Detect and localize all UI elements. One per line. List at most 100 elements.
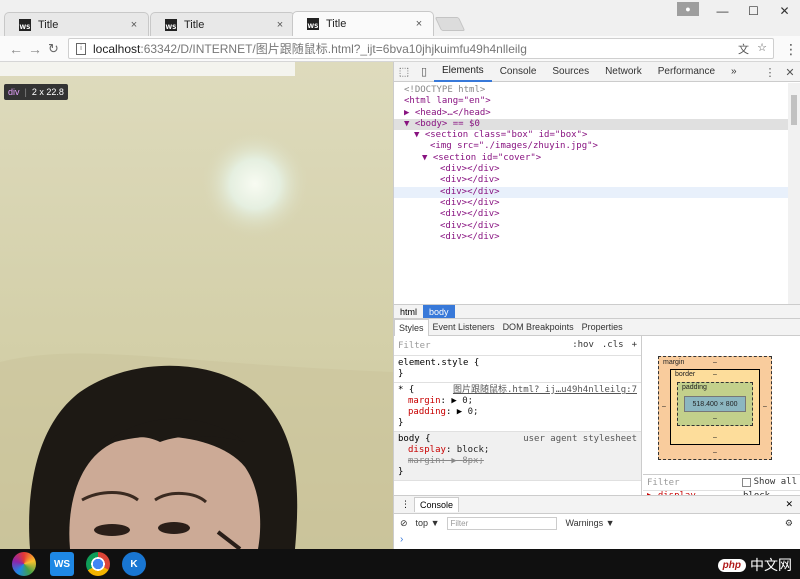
dom-tree-scrollbar[interactable] [788,83,800,304]
device-toolbar-icon[interactable]: ▯ [414,62,434,82]
box-model-padding[interactable]: padding – 518.400 × 800 [677,382,753,426]
tooltip-separator: | [24,87,27,97]
tab-title: Title [326,18,347,30]
dom-node[interactable]: <img src="./images/zhuyin.jpg"> [394,141,800,152]
maximize-button[interactable]: ☐ [738,0,769,22]
css-property-overridden[interactable]: margin: ▶ 8px; [398,456,637,467]
console-filter-input[interactable]: Filter [447,516,558,530]
dom-node-hovered[interactable]: <div></div> [394,186,800,198]
border-label: border [675,371,696,378]
console-prompt[interactable]: › [400,534,403,545]
hov-toggle[interactable]: :hov [572,340,594,350]
browser-tab-active[interactable]: WS Title × [292,11,434,36]
universal-rule[interactable]: * { 图片跟随鼠标.html?_ij…u49h4nlleilg:7 margi… [394,383,641,432]
dom-tree: <!DOCTYPE html> <html lang="en"> ▶ <head… [394,83,800,304]
browser-menu-icon[interactable]: ⋮ [784,41,798,58]
bookmark-star-icon[interactable]: ☆ [757,41,767,54]
rule-source-link[interactable]: 图片跟随鼠标.html?_ij…u49h4nlleilg:7 [453,385,637,396]
drawer-menu-icon[interactable]: ⋮ [401,499,410,510]
margin-right-value: – [763,403,767,410]
close-window-button[interactable]: ✕ [769,0,800,22]
clear-console-icon[interactable]: ⊘ [400,518,408,529]
tab-console[interactable]: Console [492,62,545,82]
webstorm-app-icon[interactable]: WS [50,552,74,576]
page-info-icon[interactable]: i [76,42,86,55]
forward-arrow-icon[interactable]: → [28,41,42,57]
browser-tab[interactable]: WS Title × [150,12,295,36]
dom-node[interactable]: <div></div> [394,232,800,243]
computed-filter[interactable]: Filter Show all [643,475,800,491]
dom-node[interactable]: <div></div> [394,221,800,232]
tab-dom-breakpoints[interactable]: DOM Breakpoints [499,319,578,336]
box-model-margin[interactable]: margin – – – – border – – padding – 518.… [658,356,772,460]
add-rule-icon[interactable]: + [632,340,637,350]
dom-node[interactable]: ▶ <head>…</head> [394,108,800,119]
browser-tab[interactable]: WS Title × [4,12,149,36]
reload-icon[interactable]: ↻ [48,41,59,57]
profile-icon[interactable]: ● [677,2,699,16]
user-agent-rule[interactable]: body { user agent stylesheet display: bl… [394,432,641,481]
page-viewport: div | 2 x 22.8 [0,62,393,549]
breadcrumb-html[interactable]: html [394,305,423,319]
tab-event-listeners[interactable]: Event Listeners [429,319,499,336]
tab-close-icon[interactable]: × [411,18,427,30]
computed-filter-input[interactable]: Filter [647,478,680,488]
console-drawer: ⋮ Console ✕ ⊘ top ▼ Filter Warnings ▼ ⚙ … [394,495,800,549]
tab-close-icon[interactable]: × [272,19,288,31]
scrollbar-thumb[interactable] [791,95,797,125]
css-property[interactable]: padding: ▶ 0; [398,407,637,418]
drawer-close-icon[interactable]: ✕ [785,499,793,510]
tab-styles[interactable]: Styles [394,318,429,336]
dom-node[interactable]: <div></div> [394,164,800,175]
tab-network[interactable]: Network [597,62,650,82]
back-arrow-icon[interactable]: ← [9,41,23,57]
breadcrumb-body[interactable]: body [423,304,455,319]
styles-filter[interactable]: Filter :hov .cls + [394,336,641,356]
show-all-checkbox[interactable]: Show all [741,477,797,487]
box-model-border[interactable]: border – – padding – 518.400 × 800 [670,369,760,445]
tab-sources[interactable]: Sources [544,62,597,82]
k-app-icon[interactable]: K [122,552,146,576]
dom-node[interactable]: <div></div> [394,175,800,186]
color-app-icon[interactable] [12,552,36,576]
watermark: php 中文网 [717,555,792,575]
rule-selector: element.style { [398,358,480,368]
dom-node[interactable]: ▼ <section id="cover"> [394,153,800,164]
dom-node[interactable]: <html lang="en"> [394,96,800,107]
css-property[interactable]: margin: ▶ 0; [398,396,637,407]
watermark-text: 中文网 [750,557,792,573]
chrome-app-icon[interactable] [86,552,110,576]
devtools-close-icon[interactable]: ✕ [780,62,800,82]
translate-icon[interactable]: 文 [738,41,749,57]
tab-properties[interactable]: Properties [578,319,627,336]
styles-filter-input[interactable]: Filter [398,341,431,351]
dom-node-selected[interactable]: ▼ <body> == $0 [394,118,800,131]
url-host: localhost [93,41,141,56]
box-model-content[interactable]: 518.400 × 800 [684,396,746,412]
checkbox-icon[interactable] [741,477,751,487]
more-tabs-icon[interactable]: » [723,62,745,82]
inspect-element-icon[interactable]: ⬚ [394,62,414,82]
tab-performance[interactable]: Performance [650,62,723,82]
element-style-rule[interactable]: element.style { } [394,356,641,383]
drawer-tab-console[interactable]: Console [414,497,460,512]
css-property[interactable]: display: block; [398,445,637,456]
dom-node[interactable]: <div></div> [394,209,800,220]
tab-title: Title [184,18,205,31]
cls-toggle[interactable]: .cls [602,340,624,350]
page-top-strip [0,62,295,76]
dom-node[interactable]: <!DOCTYPE html> [394,85,800,96]
console-settings-gear-icon[interactable]: ⚙ [785,518,793,529]
dom-node[interactable]: ▼ <section class="box" id="box"> [394,130,800,141]
tab-elements[interactable]: Elements [434,62,492,82]
tab-close-icon[interactable]: × [126,19,142,31]
log-level-select[interactable]: Warnings ▼ [565,518,614,528]
minimize-button[interactable]: — [707,0,738,22]
context-select[interactable]: top ▼ [416,518,440,528]
new-tab-button[interactable] [434,17,466,31]
border-top-value: – [713,371,717,378]
dom-node[interactable]: <div></div> [394,198,800,209]
address-bar[interactable]: i localhost :63342/D/INTERNET/图片跟随鼠标.htm… [68,38,774,59]
devtools-menu-icon[interactable]: ⋮ [760,62,780,82]
tooltip-tag: div [8,87,20,97]
